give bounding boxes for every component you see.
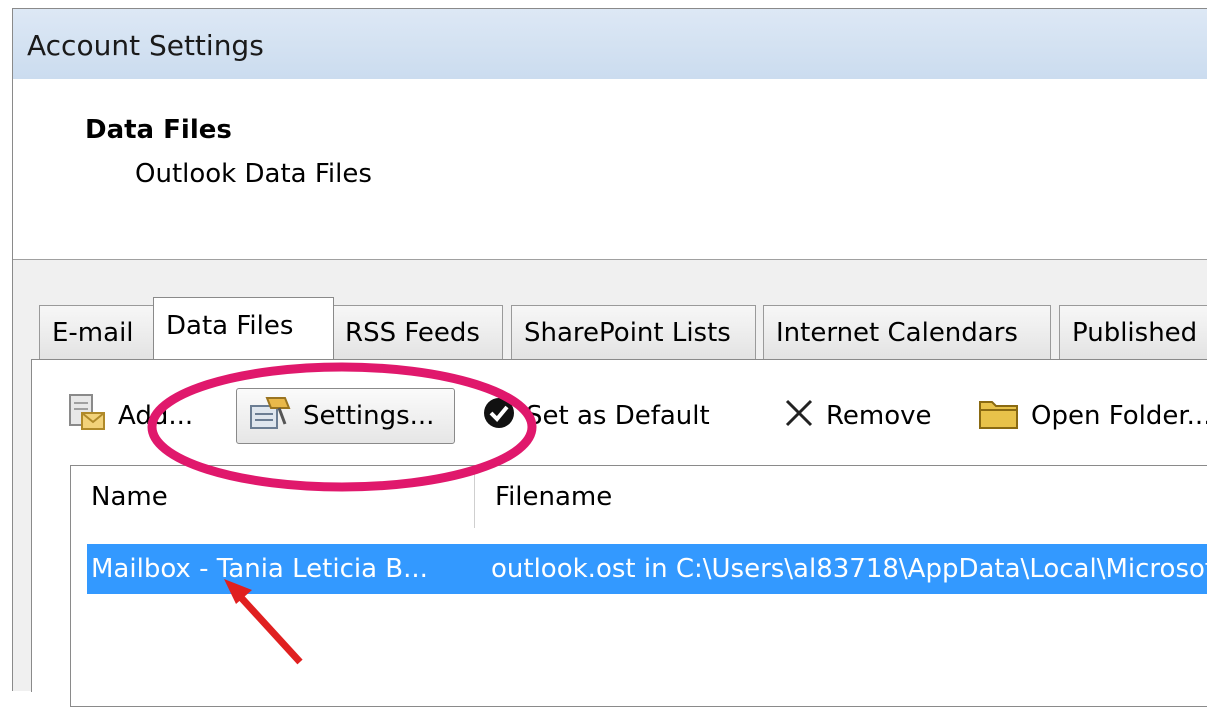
open-folder-button[interactable]: Open Folder... — [977, 388, 1207, 444]
settings-button[interactable]: Settings... — [236, 388, 456, 444]
set-as-default-label: Set as Default — [526, 401, 710, 431]
row-name-cell: Mailbox - Tania Leticia B... — [91, 554, 428, 584]
settings-label: Settings... — [303, 401, 435, 431]
set-as-default-button[interactable]: Set as Default — [482, 388, 710, 444]
account-settings-window: Account Settings Data Files Outlook Data… — [12, 8, 1207, 707]
tab-rss-feeds[interactable]: RSS Feeds — [332, 305, 503, 359]
open-folder-label: Open Folder... — [1031, 401, 1207, 431]
checkmark-circle-icon — [482, 396, 516, 437]
title-bar: Account Settings — [13, 9, 1207, 79]
settings-icon — [245, 392, 293, 441]
remove-button[interactable]: Remove — [782, 388, 932, 444]
add-button[interactable]: Add... — [66, 388, 193, 444]
section-subtitle: Outlook Data Files — [135, 159, 372, 189]
folder-icon — [977, 394, 1021, 439]
window-title: Account Settings — [27, 29, 264, 62]
remove-label: Remove — [826, 401, 932, 431]
row-filename-cell: outlook.ost in C:\Users\al83718\AppData\… — [491, 554, 1207, 584]
tab-internet-calendars[interactable]: Internet Calendars — [763, 305, 1051, 359]
section-title: Data Files — [85, 115, 232, 145]
tab-data-files[interactable]: Data Files — [153, 297, 334, 359]
dialog-body: E-mail Data Files RSS Feeds SharePoint L… — [13, 260, 1207, 707]
tab-sharepoint-lists[interactable]: SharePoint Lists — [511, 305, 756, 359]
add-data-file-icon — [66, 391, 108, 442]
table-row[interactable]: Mailbox - Tania Leticia B... outlook.ost… — [87, 544, 1207, 594]
column-header-filename[interactable]: Filename — [475, 466, 1207, 528]
column-header-name[interactable]: Name — [71, 466, 475, 528]
tab-email[interactable]: E-mail — [39, 305, 155, 359]
header-area: Data Files Outlook Data Files — [13, 79, 1207, 259]
add-label: Add... — [118, 401, 194, 431]
tab-published[interactable]: Published — [1059, 305, 1207, 359]
data-files-panel: Add... Settings... Set as Default Remove… — [31, 359, 1207, 707]
x-icon — [782, 396, 816, 437]
data-files-list[interactable]: Name Filename Mailbox - Tania Leticia B.… — [70, 465, 1207, 707]
